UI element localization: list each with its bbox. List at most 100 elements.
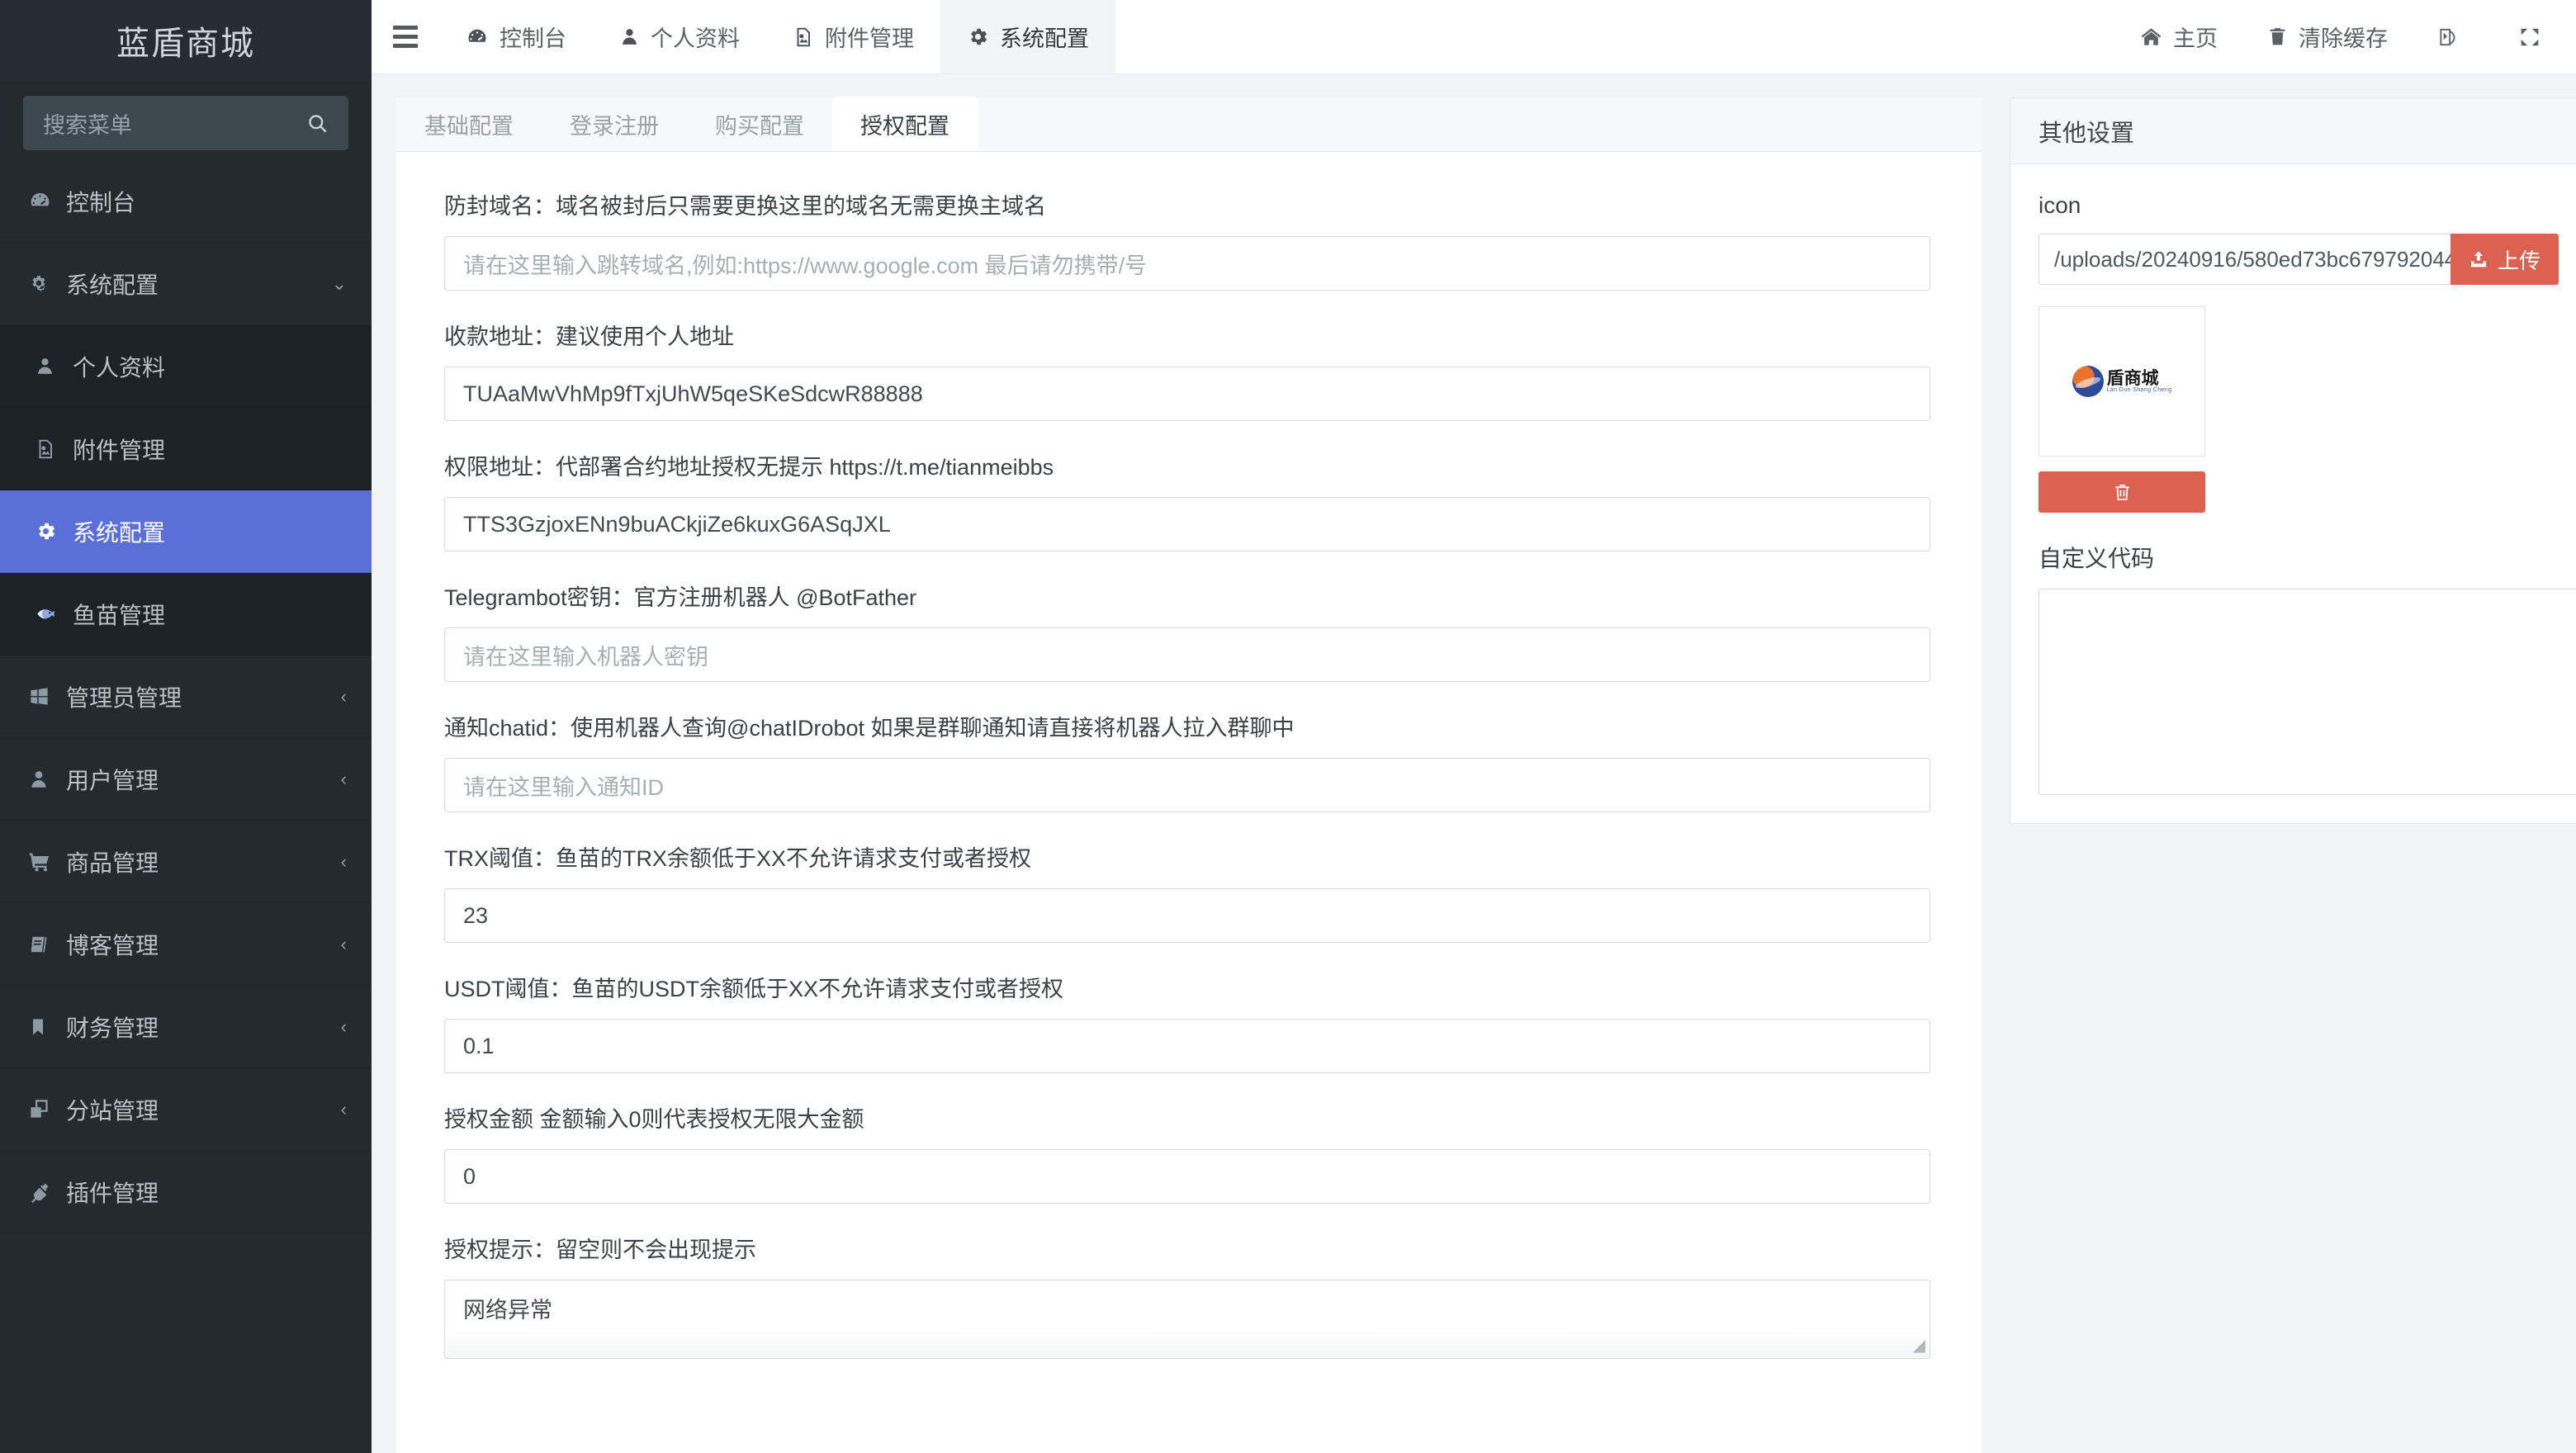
topnav-item-dashboard[interactable]: 控制台: [439, 0, 593, 73]
fish-icon: [35, 603, 73, 625]
hamburger-icon[interactable]: [372, 0, 439, 73]
field-label: 通知chatid：使用机器人查询@chatIDrobot 如果是群聊通知请直接将…: [444, 710, 1934, 742]
trash-icon: [2267, 26, 2288, 47]
sidebar-item-fish[interactable]: 鱼苗管理: [0, 573, 372, 656]
search-input[interactable]: 搜索菜单: [23, 96, 348, 150]
bookmark-icon: [28, 1017, 66, 1037]
topnav-label: 控制台: [500, 21, 566, 53]
sidebar-item-plugins[interactable]: 插件管理: [0, 1151, 372, 1233]
clear-cache-label: 清除缓存: [2299, 21, 2388, 53]
field-label: 权限地址：代部署合约地址授权无提示 https://t.me/tianmeibb…: [444, 449, 1934, 481]
topnav-item-attachments[interactable]: 附件管理: [766, 0, 940, 73]
home-icon: [2140, 26, 2162, 48]
chevron-down-icon: ⌄: [332, 273, 347, 295]
sidebar-item-users[interactable]: 用户管理 ‹: [0, 738, 372, 821]
tab-purchase-config[interactable]: 购买配置: [687, 97, 832, 151]
sidebar-item-label: 系统配置: [66, 267, 332, 301]
sidebar-item-subsites[interactable]: 分站管理 ‹: [0, 1068, 372, 1151]
permission-address-input[interactable]: TTS3GzjoxENn9buACkjiZe6kuxG6ASqJXL: [444, 497, 1930, 551]
image-file-icon: [793, 26, 814, 48]
sidebar-item-products[interactable]: 商品管理 ‹: [0, 821, 372, 903]
auth-amount-input[interactable]: 0: [444, 1149, 1930, 1204]
sidebar-item-blog[interactable]: 博客管理 ‹: [0, 903, 372, 986]
search-icon[interactable]: [306, 112, 329, 135]
telegram-bot-key-input[interactable]: 请在这里输入机器人密钥: [444, 627, 1930, 682]
topbar-nav: 控制台 个人资料: [439, 0, 1115, 73]
field-group-trx-threshold: TRX阈值：鱼苗的TRX余额低于XX不允许请求支付或者授权 23: [444, 840, 1934, 943]
theme-button[interactable]: [2413, 0, 2494, 73]
sidebar-item-label: 附件管理: [73, 433, 347, 466]
sidebar-item-attachments[interactable]: 附件管理: [0, 408, 372, 490]
sidebar-item-label: 博客管理: [66, 928, 341, 961]
usdt-threshold-input[interactable]: 0.1: [444, 1019, 1930, 1073]
field-group-usdt-threshold: USDT阈值：鱼苗的USDT余额低于XX不允许请求支付或者授权 0.1: [444, 971, 1934, 1073]
notify-chatid-input[interactable]: 请在这里输入通知ID: [444, 758, 1930, 812]
app-root: 蓝盾商城 搜索菜单 控制台: [0, 0, 2576, 1453]
sidebar-item-label: 个人资料: [73, 350, 347, 383]
main-area: 控制台 个人资料: [372, 0, 2576, 1453]
chevron-left-icon: ‹: [341, 769, 347, 790]
field-label: 授权提示：留空则不会出现提示: [444, 1232, 1934, 1264]
gear-icon: [35, 520, 73, 542]
custom-code-textarea[interactable]: [2039, 589, 2576, 795]
field-label: 收款地址：建议使用个人地址: [444, 319, 1934, 351]
delete-icon-button[interactable]: [2039, 471, 2205, 513]
tab-auth-config[interactable]: 授权配置: [832, 97, 978, 151]
topnav-label: 个人资料: [651, 21, 740, 53]
receive-address-input[interactable]: TUAaMwVhMp9fTxjUhW5qeSKeSdcwR88888: [444, 367, 1930, 421]
user-icon: [35, 356, 73, 376]
sidebar-item-dashboard[interactable]: 控制台: [0, 160, 372, 243]
icon-field-label: icon: [2039, 192, 2559, 219]
tab-login-register[interactable]: 登录注册: [542, 97, 687, 151]
sidebar-item-admins[interactable]: 管理员管理 ‹: [0, 656, 372, 738]
field-group-permission-address: 权限地址：代部署合约地址授权无提示 https://t.me/tianmeibb…: [444, 449, 1934, 551]
settings-tabbar: 基础配置 登录注册 购买配置 授权配置: [396, 97, 1982, 152]
search-placeholder: 搜索菜单: [43, 107, 306, 140]
topnav-item-profile[interactable]: 个人资料: [593, 0, 766, 73]
sidebar-item-profile[interactable]: 个人资料: [0, 325, 372, 408]
field-group-auth-amount: 授权金额 金额输入0则代表授权无限大金额 0: [444, 1101, 1934, 1204]
sidebar-item-finance[interactable]: 财务管理 ‹: [0, 986, 372, 1068]
antiban-domain-input[interactable]: 请在这里输入跳转域名,例如:https://www.google.com 最后请…: [444, 236, 1930, 291]
sidebar-item-label: 用户管理: [66, 763, 341, 796]
sidebar-item-label: 系统配置: [73, 515, 347, 548]
logo-subtext: Lan Dun Shang Cheng: [2107, 387, 2172, 393]
clone-icon: [28, 1098, 66, 1120]
upload-button[interactable]: 上传: [2451, 234, 2559, 285]
trash-icon: [2112, 482, 2133, 503]
resize-grip-icon[interactable]: ◢: [1913, 1335, 1925, 1356]
cart-icon: [28, 850, 66, 873]
clear-cache-button[interactable]: 清除缓存: [2242, 0, 2413, 73]
field-label: TRX阈值：鱼苗的TRX余额低于XX不允许请求支付或者授权: [444, 840, 1934, 873]
tab-basic-config[interactable]: 基础配置: [396, 97, 542, 151]
topnav-label: 附件管理: [825, 21, 914, 53]
sidebar-search-wrap: 搜索菜单: [0, 81, 372, 160]
auth-tip-textarea[interactable]: 网络异常 ◢: [444, 1280, 1930, 1359]
trx-threshold-input[interactable]: 23: [444, 888, 1930, 943]
field-group-notify-chatid: 通知chatid：使用机器人查询@chatIDrobot 如果是群聊通知请直接将…: [444, 710, 1934, 812]
chevron-left-icon: ‹: [341, 1099, 347, 1120]
brand-title: 蓝盾商城: [0, 0, 372, 81]
icon-upload-row: /uploads/20240916/580ed73bc67979204479a …: [2039, 234, 2559, 285]
fullscreen-button[interactable]: [2494, 0, 2576, 73]
site-logo-icon: 盾商城 Lan Dun Shang Cheng: [2072, 366, 2172, 397]
other-settings-body: icon /uploads/20240916/580ed73bc67979204…: [2010, 164, 2576, 824]
icon-thumbnail: 盾商城 Lan Dun Shang Cheng: [2039, 306, 2205, 457]
topnav-item-system-config[interactable]: 系统配置: [940, 0, 1115, 73]
plug-icon: [28, 1181, 66, 1203]
windows-icon: [28, 685, 66, 708]
dashboard-icon: [466, 26, 489, 49]
field-group-receive-address: 收款地址：建议使用个人地址 TUAaMwVhMp9fTxjUhW5qeSKeSd…: [444, 319, 1934, 421]
globe-icon: [2072, 366, 2104, 397]
home-button[interactable]: 主页: [2115, 0, 2242, 73]
field-label: 防封域名：域名被封后只需要更换这里的域名无需更换主域名: [444, 188, 1934, 220]
user-icon: [619, 26, 640, 47]
settings-panel: 基础配置 登录注册 购买配置 授权配置 防封域名：域名被封后只需要更换这里的域名…: [396, 97, 1982, 1453]
chevron-left-icon: ‹: [341, 851, 347, 873]
icon-path-input[interactable]: /uploads/20240916/580ed73bc67979204479a: [2039, 234, 2451, 285]
sidebar-item-system-config[interactable]: 系统配置: [0, 490, 372, 573]
sidebar-item-label: 插件管理: [66, 1176, 347, 1209]
field-group-antiban-domain: 防封域名：域名被封后只需要更换这里的域名无需更换主域名 请在这里输入跳转域名,例…: [444, 188, 1934, 291]
logo-text: 盾商城: [2107, 370, 2172, 387]
sidebar-group-system-config[interactable]: 系统配置 ⌄: [0, 243, 372, 325]
